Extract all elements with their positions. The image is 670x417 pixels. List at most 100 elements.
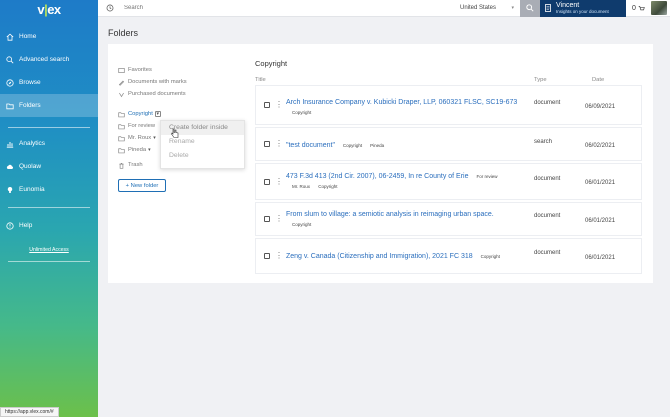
search-icon bbox=[526, 4, 534, 12]
country-value: United States bbox=[460, 5, 497, 11]
column-header-date: Date bbox=[592, 77, 605, 83]
star-icon bbox=[118, 67, 125, 74]
row-checkbox[interactable] bbox=[264, 253, 270, 259]
document-date: 06/01/2021 bbox=[585, 180, 616, 186]
top-bar: United States ▾ Vincent Insights on your… bbox=[98, 0, 670, 17]
cart-icon bbox=[638, 5, 645, 10]
new-folder-button[interactable]: + New folder bbox=[118, 179, 166, 192]
folder-tag: Copyright bbox=[342, 143, 363, 148]
bulb-icon bbox=[6, 186, 14, 194]
folder-label: Copyright bbox=[128, 111, 153, 117]
nav-quolaw[interactable]: Quolaw bbox=[0, 155, 98, 178]
section-title: Copyright bbox=[255, 59, 288, 68]
nav-label: Trash bbox=[128, 162, 143, 168]
document-type: search bbox=[534, 139, 553, 145]
more-options-icon[interactable]: ⋮ bbox=[275, 215, 283, 223]
folder-item-copyright[interactable]: Copyright ▾ bbox=[118, 108, 248, 120]
document-title-link[interactable]: "test document" bbox=[286, 142, 335, 149]
vincent-insights-button[interactable]: Vincent Insights on your document bbox=[540, 0, 626, 17]
cart-count: 0 bbox=[632, 4, 636, 12]
nav-label: Browse bbox=[19, 79, 41, 86]
row-checkbox[interactable] bbox=[264, 178, 270, 185]
table-row[interactable]: ⋮ Arch Insurance Company v. Kubicki Drap… bbox=[255, 85, 642, 125]
nav-eunomia[interactable]: Eunomia bbox=[0, 178, 98, 201]
folder-tag: Copyright bbox=[292, 110, 312, 115]
folder-tag: Copyright bbox=[318, 184, 338, 189]
more-options-icon[interactable]: ⋮ bbox=[275, 140, 283, 148]
search-icon bbox=[6, 55, 14, 64]
chevron-down-icon[interactable]: ▾ bbox=[148, 147, 151, 153]
nav-help[interactable]: Help bbox=[0, 214, 98, 237]
user-subtitle: Insights on your document bbox=[556, 9, 609, 14]
table-row[interactable]: ⋮ 473 F.3d 413 (2nd Cir. 2007), 06-2459,… bbox=[255, 163, 642, 200]
document-info: 473 F.3d 413 (2nd Cir. 2007), 06-2459, I… bbox=[286, 172, 524, 192]
document-title-link[interactable]: From slum to village: a semiotic analysi… bbox=[286, 211, 494, 218]
folder-tag: For review bbox=[476, 174, 498, 179]
document-info: Zeng v. Canada (Citizenship and Immigrat… bbox=[286, 252, 524, 262]
nav-analytics[interactable]: Analytics bbox=[0, 132, 98, 155]
document-title-link[interactable]: 473 F.3d 413 (2nd Cir. 2007), 06-2459, I… bbox=[286, 173, 469, 180]
nav-browse[interactable]: Browse bbox=[0, 71, 98, 94]
document-type: document bbox=[534, 213, 561, 219]
chart-icon bbox=[6, 140, 14, 148]
document-title-link[interactable]: Zeng v. Canada (Citizenship and Immigrat… bbox=[286, 253, 473, 260]
folder-icon bbox=[118, 123, 125, 130]
nav-advanced-search[interactable]: Advanced search bbox=[0, 48, 98, 71]
nav-folders[interactable]: Folders bbox=[0, 94, 98, 117]
more-options-icon[interactable]: ⋮ bbox=[275, 101, 283, 109]
marker-icon bbox=[118, 79, 125, 86]
document-type: document bbox=[534, 250, 561, 256]
nav-label: Purchased documents bbox=[128, 91, 186, 97]
history-icon[interactable] bbox=[102, 4, 118, 12]
document-type: document bbox=[534, 176, 561, 182]
folder-tag: Copyright bbox=[480, 254, 500, 259]
more-options-icon[interactable]: ⋮ bbox=[275, 252, 283, 260]
column-header-title: Title bbox=[255, 77, 266, 83]
search-button[interactable] bbox=[520, 0, 540, 17]
nav-label: Eunomia bbox=[19, 186, 45, 193]
row-checkbox[interactable] bbox=[264, 141, 270, 147]
nav-label: Documents with marks bbox=[128, 79, 187, 85]
document-title-link[interactable]: Arch Insurance Company v. Kubicki Draper… bbox=[286, 99, 517, 106]
nav-label: Analytics bbox=[19, 140, 46, 147]
chevron-down-icon[interactable]: ▾ bbox=[153, 135, 156, 141]
table-row[interactable]: ⋮ From slum to village: a semiotic analy… bbox=[255, 202, 642, 236]
vlex-logo[interactable]: v | ex bbox=[0, 0, 98, 18]
purchased-documents-link[interactable]: Purchased documents bbox=[118, 88, 248, 100]
trash-icon bbox=[118, 162, 125, 169]
home-icon bbox=[6, 33, 14, 41]
table-row[interactable]: ⋮ Zeng v. Canada (Citizenship and Immigr… bbox=[255, 238, 642, 274]
document-icon bbox=[545, 4, 551, 12]
country-select[interactable]: United States ▾ bbox=[460, 5, 520, 11]
folder-label: Mr. Roux bbox=[128, 135, 152, 141]
help-icon bbox=[6, 221, 14, 230]
purchase-icon bbox=[118, 91, 125, 98]
document-info: "test document" Copyright Pineda bbox=[286, 141, 524, 151]
avatar[interactable] bbox=[650, 1, 667, 15]
more-options-icon[interactable]: ⋮ bbox=[275, 177, 283, 186]
document-date: 06/09/2021 bbox=[585, 104, 616, 110]
table-row[interactable]: ⋮ "test document" Copyright Pineda searc… bbox=[255, 127, 642, 161]
unlimited-access-link[interactable]: Unlimited Access bbox=[0, 247, 98, 257]
documents-with-marks-link[interactable]: Documents with marks bbox=[118, 76, 248, 88]
sidebar: v | ex Home Advanced search Browse Folders… bbox=[0, 0, 98, 417]
document-info: From slum to village: a semiotic analysi… bbox=[286, 210, 524, 230]
favorites-link[interactable]: Favorites bbox=[118, 64, 248, 76]
chevron-down-icon: ▾ bbox=[511, 5, 514, 11]
folder-tag: Copyright bbox=[292, 222, 312, 227]
nav-label: Favorites bbox=[128, 67, 152, 73]
folder-icon bbox=[118, 147, 125, 154]
column-header-type: Type bbox=[534, 77, 547, 83]
folder-options-button[interactable]: ▾ bbox=[154, 111, 161, 117]
row-checkbox[interactable] bbox=[264, 102, 270, 108]
document-type: document bbox=[534, 100, 561, 106]
user-name: Vincent bbox=[556, 2, 580, 9]
row-checkbox[interactable] bbox=[264, 216, 270, 222]
search-input[interactable] bbox=[118, 1, 458, 15]
nav-home[interactable]: Home bbox=[0, 25, 98, 48]
cart-button[interactable]: 0 bbox=[632, 5, 645, 12]
folder-label: Pineda bbox=[128, 147, 147, 153]
nav-label: Help bbox=[19, 222, 33, 229]
folder-icon bbox=[118, 135, 125, 142]
delete-option[interactable]: Delete bbox=[161, 149, 244, 163]
